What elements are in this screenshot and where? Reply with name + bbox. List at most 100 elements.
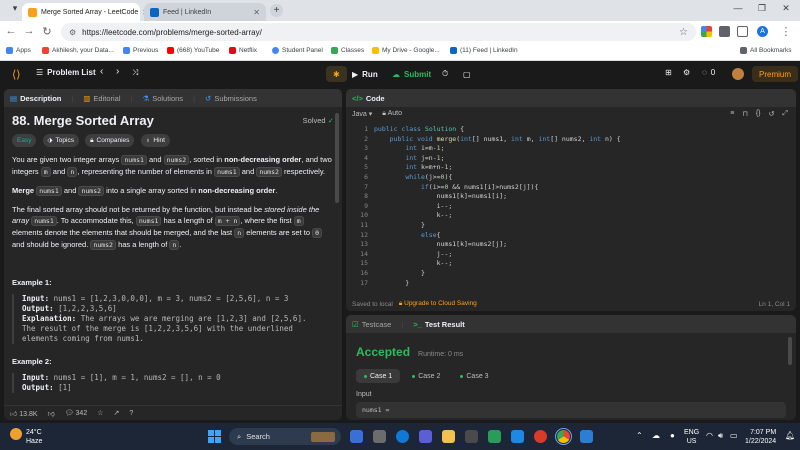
- next-problem-icon[interactable]: ›: [116, 66, 119, 77]
- case-1-tab[interactable]: Case 1: [356, 369, 401, 383]
- tab-linkedin[interactable]: Feed | LinkedIn ✕: [144, 3, 266, 21]
- bookmark-youtube[interactable]: (668) YouTube: [167, 47, 219, 54]
- cloud-tray-icon[interactable]: ☁: [652, 431, 660, 440]
- new-tab-button[interactable]: +: [270, 4, 283, 17]
- bookmark-gmail[interactable]: Akhilesh, your Data...: [42, 47, 114, 54]
- task-view-icon[interactable]: [373, 430, 386, 443]
- clock[interactable]: 7:07 PM 1/22/2024: [745, 428, 776, 446]
- close-tab-icon[interactable]: ✕: [253, 8, 260, 17]
- extension-icon[interactable]: [701, 26, 712, 37]
- windows-start-icon[interactable]: [208, 430, 221, 443]
- prev-problem-icon[interactable]: ‹: [100, 66, 103, 77]
- tab-submissions[interactable]: ↺ Submissions: [205, 94, 257, 103]
- language-select[interactable]: Java ▾: [352, 110, 372, 118]
- bookmark-drive[interactable]: My Drive - Google...: [372, 47, 440, 54]
- notes-icon[interactable]: ▢: [456, 66, 478, 82]
- maximize-button[interactable]: ❐: [752, 3, 772, 14]
- chrome-icon[interactable]: [555, 428, 572, 445]
- like-count: 13.8K: [19, 410, 38, 418]
- back-icon[interactable]: ←: [4, 25, 18, 37]
- profile-avatar[interactable]: A: [757, 26, 768, 37]
- bookmark-netflix[interactable]: Netflix: [229, 47, 257, 54]
- auto-mode[interactable]: 🔒︎ Auto: [382, 110, 402, 118]
- run-button[interactable]: ▶ Run: [345, 66, 385, 82]
- tab-leetcode[interactable]: Merge Sorted Array - LeetCode ✕: [22, 3, 149, 21]
- streak-counter[interactable]: ◌ 0: [702, 68, 715, 77]
- braces-icon[interactable]: {}: [756, 110, 761, 118]
- teams-icon[interactable]: [419, 430, 432, 443]
- reload-icon[interactable]: ↻: [40, 25, 54, 38]
- volume-icon[interactable]: 🔊︎: [718, 431, 723, 441]
- topics-chip[interactable]: ⬗ Topics: [42, 134, 79, 147]
- shuffle-icon[interactable]: ⤨: [132, 68, 138, 78]
- minimize-button[interactable]: —: [728, 3, 748, 13]
- fullscreen-icon[interactable]: ⤢: [782, 110, 788, 118]
- battery-icon[interactable]: ▭: [730, 431, 738, 440]
- file-explorer-icon[interactable]: [442, 430, 455, 443]
- timer-icon[interactable]: ⏱: [435, 66, 455, 82]
- description-scrollbar[interactable]: [335, 113, 339, 203]
- language-indicator[interactable]: ENG US: [684, 428, 699, 446]
- mail-icon[interactable]: [511, 430, 524, 443]
- tab-editorial[interactable]: ▥ Editorial: [83, 94, 120, 103]
- tray-chevron-icon[interactable]: ⌃: [636, 431, 643, 440]
- test-panel: ☑ Testcase | >_ Test Result Accepted Runti…: [346, 315, 796, 420]
- comments-button[interactable]: 💬︎ 342: [65, 409, 88, 417]
- address-bar[interactable]: ⚙ https://leetcode.com/problems/merge-so…: [61, 23, 696, 41]
- code-editor[interactable]: 1 public class Solution {2 public void me…: [346, 121, 796, 311]
- forward-icon[interactable]: →: [22, 25, 36, 37]
- settings-gear-icon[interactable]: ⚙: [683, 68, 690, 77]
- tab-testcase[interactable]: ☑ Testcase: [352, 320, 391, 329]
- help-icon[interactable]: ?: [129, 410, 133, 417]
- wifi-icon[interactable]: ◠: [706, 431, 713, 440]
- bookmark-apps[interactable]: Apps: [6, 47, 31, 54]
- companies-chip[interactable]: 🔒︎ Companies: [85, 134, 135, 147]
- app-icon[interactable]: [465, 430, 478, 443]
- user-avatar[interactable]: [732, 68, 744, 80]
- case-2-tab[interactable]: Case 2: [404, 369, 448, 383]
- vscode-icon[interactable]: [580, 430, 593, 443]
- site-info-icon[interactable]: ⚙: [69, 28, 76, 37]
- bookmark-star-icon[interactable]: ☆: [679, 27, 688, 38]
- problem-list-link[interactable]: ☰ Problem List: [36, 68, 96, 77]
- format-icon[interactable]: ≡: [730, 110, 734, 118]
- menu-kebab-icon[interactable]: ⋮: [779, 25, 793, 38]
- mic-tray-icon[interactable]: ●: [670, 431, 675, 440]
- star-icon[interactable]: ☆: [97, 409, 103, 417]
- hint-chip[interactable]: ♁ Hint: [140, 134, 170, 147]
- tab-solutions[interactable]: ⚗ Solutions: [142, 94, 183, 103]
- code-tab[interactable]: </> Code: [352, 94, 385, 103]
- debug-button[interactable]: ✱: [326, 66, 347, 82]
- layout-grid-icon[interactable]: ⊞: [665, 68, 672, 77]
- tab-search-icon[interactable]: ▾: [5, 3, 25, 14]
- edge-icon[interactable]: [396, 430, 409, 443]
- side-panel-icon[interactable]: [737, 26, 748, 37]
- premium-button[interactable]: Premium: [752, 66, 799, 82]
- bookmark-icon[interactable]: ⊓: [742, 110, 747, 118]
- submit-button[interactable]: ☁ Submit: [385, 66, 438, 82]
- weather-icon[interactable]: [10, 428, 22, 440]
- bookmark-student-panel[interactable]: Student Panel: [272, 47, 323, 54]
- reset-icon[interactable]: ↺: [769, 110, 775, 118]
- bookmark-classes[interactable]: Classes: [331, 47, 364, 54]
- upgrade-link[interactable]: 🔒︎ Upgrade to Cloud Saving: [399, 300, 477, 308]
- case-3-tab[interactable]: Case 3: [452, 369, 496, 383]
- all-bookmarks[interactable]: All Bookmarks: [740, 47, 792, 54]
- copilot-icon[interactable]: [350, 430, 363, 443]
- notification-icon[interactable]: 🔔︎: [785, 431, 795, 440]
- taskbar-search[interactable]: ⌕ Search: [229, 428, 341, 445]
- bookmark-linkedin[interactable]: (11) Feed | LinkedIn: [450, 47, 518, 54]
- spreadsheet-icon[interactable]: [488, 430, 501, 443]
- tab-description[interactable]: ▤ Description: [10, 94, 61, 103]
- like-button[interactable]: 👍︎ 13.8K: [10, 409, 38, 418]
- bookmark-previous[interactable]: Previous: [123, 47, 158, 54]
- test-scrollbar[interactable]: [788, 337, 792, 365]
- extensions-puzzle-icon[interactable]: [719, 26, 730, 37]
- weather-widget[interactable]: 24°C Haze: [26, 428, 42, 446]
- close-window-button[interactable]: ✕: [776, 3, 796, 14]
- dislike-icon[interactable]: 👎︎: [48, 409, 55, 418]
- share-icon[interactable]: ↗: [114, 409, 120, 417]
- tab-test-result[interactable]: >_ Test Result: [413, 320, 464, 329]
- media-icon[interactable]: [534, 430, 547, 443]
- leetcode-logo-icon[interactable]: ⟨⟩: [12, 68, 21, 81]
